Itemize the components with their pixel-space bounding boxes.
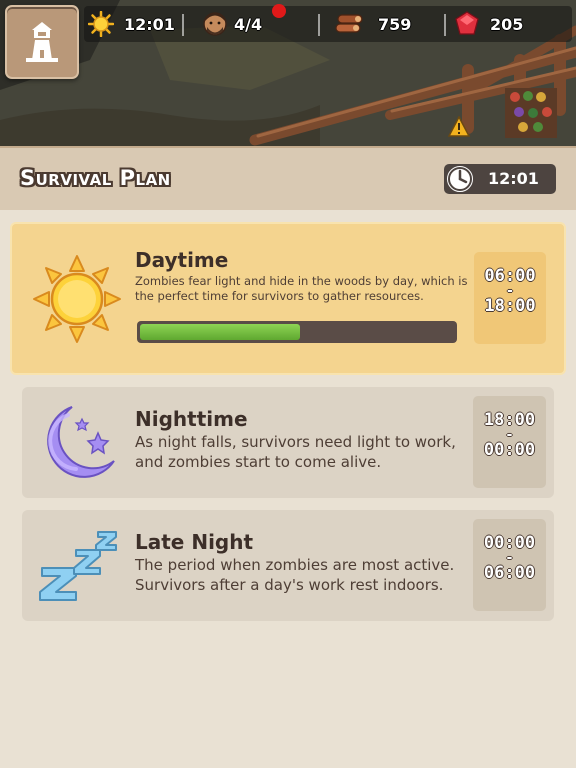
panel-header: Survival Plan 12:01 xyxy=(0,146,576,210)
wood-resource[interactable]: 759 xyxy=(334,12,411,36)
time-range: 18:00 - 00:00 xyxy=(473,396,546,488)
red-gem-icon xyxy=(455,11,479,35)
wood-value: 759 xyxy=(378,14,412,34)
game-clock[interactable]: 12:01 xyxy=(88,11,175,37)
hud-divider xyxy=(318,14,320,36)
progress-fill xyxy=(140,324,301,340)
time-end: 00:00 xyxy=(483,440,536,460)
time-range: 06:00 - 18:00 xyxy=(474,252,546,344)
phase-card-late-night[interactable]: Late Night The period when zombies are m… xyxy=(22,510,554,621)
wood-logs-icon xyxy=(335,14,363,33)
phase-title: Late Night xyxy=(135,530,254,554)
time-separator: - xyxy=(505,283,515,299)
phase-description: Zombies fear light and hide in the woods… xyxy=(135,274,468,303)
time-separator: - xyxy=(505,427,514,443)
warning-icon xyxy=(448,116,470,137)
current-time-value: 12:01 xyxy=(488,169,539,188)
time-range: 00:00 - 06:00 xyxy=(473,519,546,611)
panel-title: Survival Plan xyxy=(20,166,171,190)
moon-icon xyxy=(47,406,115,478)
hud-divider xyxy=(444,14,446,36)
clock-value: 12:01 xyxy=(124,14,175,34)
current-time-display: 12:01 xyxy=(444,164,556,194)
phase-card-daytime[interactable]: Daytime Zombies fear light and hide in t… xyxy=(10,222,566,375)
phase-description: As night falls, survivors need light to … xyxy=(135,433,456,471)
daytime-progress-bar xyxy=(137,321,457,343)
phase-card-nighttime[interactable]: Nighttime As night falls, survivors need… xyxy=(22,387,554,498)
hud-divider xyxy=(182,14,184,36)
clock-icon xyxy=(445,164,475,194)
sleep-zzz-icon xyxy=(39,531,117,601)
resource-bar: 12:01 4/4 759 205 xyxy=(84,4,572,42)
gem-value: 205 xyxy=(490,14,524,34)
phase-description: The period when zombies are most active.… xyxy=(135,556,455,594)
phase-title: Nighttime xyxy=(135,407,248,431)
lighthouse-button[interactable] xyxy=(5,5,79,79)
survivor-face-icon xyxy=(203,12,227,36)
notification-dot xyxy=(272,4,286,18)
phase-title: Daytime xyxy=(135,248,229,272)
survivor-value: 4/4 xyxy=(234,14,263,34)
time-separator: - xyxy=(505,550,514,566)
lighthouse-icon xyxy=(26,22,58,62)
sun-icon xyxy=(33,255,121,343)
top-scene: 12:01 4/4 759 205 xyxy=(0,0,576,146)
time-end: 06:00 xyxy=(483,563,536,583)
time-end: 18:00 xyxy=(484,296,536,316)
survivor-count[interactable]: 4/4 xyxy=(202,12,262,36)
gem-resource[interactable]: 205 xyxy=(454,11,524,36)
sun-small-icon xyxy=(88,11,114,37)
